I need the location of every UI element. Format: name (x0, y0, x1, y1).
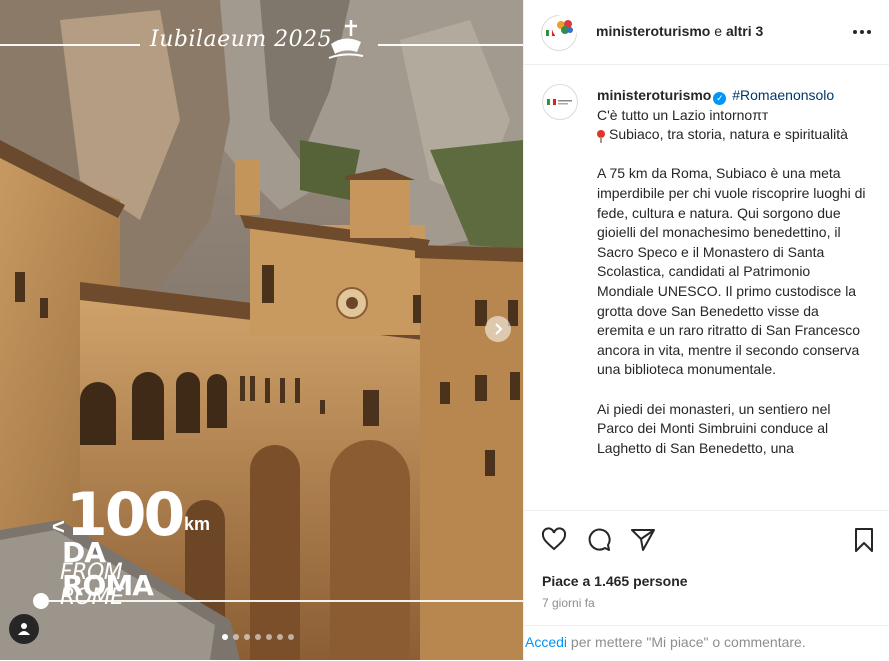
post-media[interactable]: Iubilaeum 2025 < 100 km DA ROMA FROM ROM… (0, 0, 523, 660)
login-text: per mettere "Mi piace" o commentare. (567, 634, 806, 650)
caption-hashtag[interactable]: #Romaenonsolo (732, 87, 834, 103)
caption-paragraph2: Ai piedi dei monasteri, un sentiero nel … (597, 400, 831, 456)
likes-count[interactable]: Piace a 1.465 persone (542, 573, 688, 589)
post-sidebar: ministeroturismo e altri 3 ministeroturi… (523, 0, 889, 661)
jubilee-logo-icon (328, 20, 364, 59)
authors-connector: e (710, 23, 726, 39)
tagged-users-button[interactable] (9, 614, 39, 644)
video-progress-track[interactable] (41, 600, 523, 602)
carousel-dot[interactable] (277, 634, 283, 640)
bookmark-icon[interactable] (851, 527, 877, 553)
author-link[interactable]: ministeroturismo (596, 23, 710, 39)
overlay-unit: km (184, 514, 211, 534)
pin-icon (597, 130, 605, 144)
caption-line2: Subiaco, tra storia, natura e spirituali… (609, 126, 848, 143)
jubilee-logo-icon (557, 20, 573, 34)
comment-icon[interactable] (586, 527, 612, 553)
caption-line1: C'è tutto un Lazio intornoπт (597, 106, 769, 123)
chevron-right-icon (495, 323, 503, 335)
more-horizontal-icon[interactable] (850, 22, 874, 42)
user-icon (18, 623, 30, 635)
banner-line-left (0, 44, 140, 46)
post-authors: ministeroturismo e altri 3 (596, 23, 763, 39)
carousel-dot[interactable] (244, 634, 250, 640)
verified-icon: ✓ (713, 92, 727, 105)
overlay-line2: FROM ROME (60, 560, 124, 610)
jubilee-banner-text: Iubilaeum 2025 (150, 27, 333, 52)
coauthors-link[interactable]: altri 3 (726, 23, 763, 39)
carousel-dots (222, 634, 294, 640)
video-progress-knob[interactable] (33, 593, 49, 609)
login-link[interactable]: Accedi (525, 634, 567, 650)
caption-text: ministeroturismo ✓ #Romaenonsolo C'è tutt… (597, 86, 867, 478)
post-timestamp[interactable]: 7 giorni fa (542, 596, 595, 610)
carousel-dot[interactable] (233, 634, 239, 640)
carousel-dot[interactable] (255, 634, 261, 640)
login-prompt: Accedi per mettere "Mi piace" o commenta… (524, 625, 889, 661)
post-actions: Piace a 1.465 persone 7 giorni fa Accedi… (524, 510, 889, 661)
caption-username[interactable]: ministeroturismo (597, 87, 711, 103)
post-caption: ministeroturismo ✓ #Romaenonsolo C'è tutt… (524, 66, 889, 510)
carousel-next-button[interactable] (485, 316, 511, 342)
carousel-dot[interactable] (222, 634, 228, 640)
caption-paragraph1: A 75 km da Roma, Subiaco è una meta impe… (597, 165, 866, 378)
carousel-dot[interactable] (288, 634, 294, 640)
share-icon[interactable] (630, 527, 656, 553)
ministero-logo-icon (547, 98, 572, 106)
post-header: ministeroturismo e altri 3 (524, 0, 889, 65)
avatar[interactable] (552, 14, 578, 40)
carousel-dot[interactable] (266, 634, 272, 640)
heart-icon[interactable] (541, 527, 567, 553)
banner-line-right (378, 44, 523, 46)
avatar[interactable] (542, 84, 578, 120)
